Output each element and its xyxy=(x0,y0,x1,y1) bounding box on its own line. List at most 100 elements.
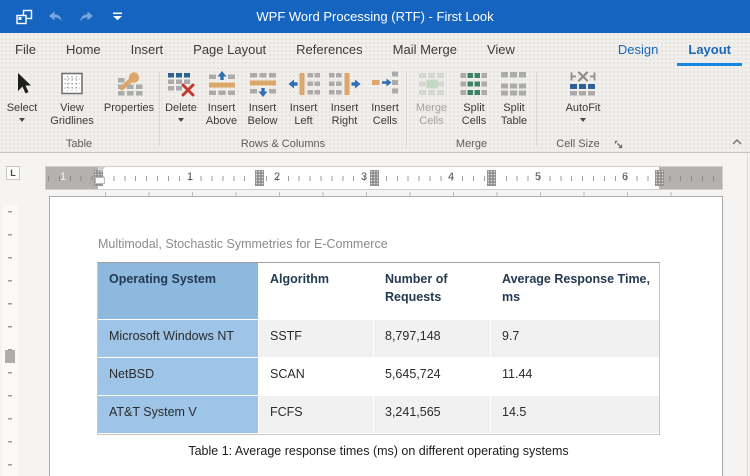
properties-icon xyxy=(114,71,144,100)
insert-cells-icon xyxy=(370,71,400,100)
quick-access-toolbar xyxy=(0,7,128,27)
table-column-marker[interactable] xyxy=(370,170,379,186)
insert-left-button[interactable]: Insert Left xyxy=(283,66,324,127)
cell-algorithm[interactable]: FCFS xyxy=(259,396,374,434)
ribbon: Select View Gridlines xyxy=(0,66,750,153)
ribbon-group-table: Select View Gridlines xyxy=(0,66,158,152)
insert-below-button[interactable]: Insert Below xyxy=(242,66,283,127)
cell-response-time[interactable]: 11.44 xyxy=(491,358,659,396)
insert-below-icon xyxy=(248,71,278,100)
header-cell-number-of-requests[interactable]: Number of Requests xyxy=(374,263,491,320)
cell-requests[interactable]: 8,797,148 xyxy=(374,320,491,358)
insert-above-button[interactable]: Insert Above xyxy=(201,66,242,127)
left-indent-marker[interactable] xyxy=(95,177,105,184)
cell-response-time[interactable]: 9.7 xyxy=(491,320,659,358)
split-table-icon xyxy=(499,71,529,100)
tab-file[interactable]: File xyxy=(0,33,51,66)
cell-algorithm[interactable]: SCAN xyxy=(259,358,374,396)
collapse-ribbon-icon[interactable] xyxy=(730,134,744,146)
table-column-marker[interactable] xyxy=(255,170,264,186)
tab-mail-merge[interactable]: Mail Merge xyxy=(378,33,472,66)
vertical-ruler-ticks xyxy=(8,211,12,472)
ruler-number: 1 xyxy=(60,171,66,183)
merge-cells-label: Merge Cells xyxy=(409,102,454,127)
table-row: NetBSD SCAN 5,645,724 11.44 xyxy=(98,358,659,396)
ruler-number: 5 xyxy=(535,171,541,183)
ribbon-tab-row: File Home Insert Page Layout References … xyxy=(0,33,750,66)
select-caret-icon xyxy=(19,118,25,122)
ruler-number: 6 xyxy=(622,171,628,183)
insert-left-label: Insert Left xyxy=(283,102,324,127)
insert-above-icon xyxy=(207,71,237,100)
ribbon-group-merge: Merge Cells Split Cells xyxy=(408,66,535,152)
horizontal-ruler[interactable]: 1 1 2 3 4 5 6 xyxy=(45,166,723,190)
tab-design[interactable]: Design xyxy=(603,33,673,66)
cell-os[interactable]: AT&T System V xyxy=(98,396,259,434)
ruler-number: 2 xyxy=(274,171,280,183)
cell-os[interactable]: NetBSD xyxy=(98,358,259,396)
merge-cells-button[interactable]: Merge Cells xyxy=(409,66,454,127)
first-line-indent-marker[interactable] xyxy=(96,166,106,172)
app-window-icon[interactable] xyxy=(13,7,35,27)
cell-os[interactable]: Microsoft Windows NT xyxy=(98,320,259,358)
tab-page-layout[interactable]: Page Layout xyxy=(178,33,281,66)
view-gridlines-button[interactable]: View Gridlines xyxy=(44,66,100,127)
split-cells-label: Split Cells xyxy=(454,102,494,127)
redo-icon[interactable] xyxy=(75,7,97,27)
cell-requests[interactable]: 5,645,724 xyxy=(374,358,491,396)
ribbon-group-rows-columns: Delete Insert Above xyxy=(161,66,405,152)
tab-home[interactable]: Home xyxy=(51,33,116,66)
table-row-marker[interactable] xyxy=(5,350,15,363)
cell-algorithm[interactable]: SSTF xyxy=(259,320,374,358)
document-workspace: L 1 1 2 3 4 5 6 Multimodal, Stochastic S… xyxy=(0,153,750,476)
table-column-marker[interactable] xyxy=(655,170,664,186)
insert-right-label: Insert Right xyxy=(324,102,365,127)
tab-view[interactable]: View xyxy=(472,33,530,66)
cell-requests[interactable]: 3,241,565 xyxy=(374,396,491,434)
group-label-rows-columns: Rows & Columns xyxy=(161,138,405,150)
delete-table-icon xyxy=(166,71,196,100)
select-button[interactable]: Select xyxy=(0,66,44,127)
qat-dropdown-icon[interactable] xyxy=(106,7,128,27)
vertical-ruler[interactable] xyxy=(2,205,18,476)
title-bar: WPF Word Processing (RTF) - First Look xyxy=(0,0,750,33)
insert-below-label: Insert Below xyxy=(242,102,283,127)
document-title[interactable]: Multimodal, Stochastic Symmetries for E-… xyxy=(98,237,388,251)
group-label-merge: Merge xyxy=(408,138,535,150)
tab-layout[interactable]: Layout xyxy=(673,33,746,66)
insert-right-icon xyxy=(329,71,361,100)
insert-right-button[interactable]: Insert Right xyxy=(324,66,365,127)
autofit-button[interactable]: AutoFit xyxy=(555,66,611,122)
tab-stop-selector[interactable]: L xyxy=(6,166,20,180)
table-row: Microsoft Windows NT SSTF 8,797,148 9.7 xyxy=(98,320,659,358)
table-caption[interactable]: Table 1: Average response times (ms) on … xyxy=(97,444,660,458)
insert-cells-label: Insert Cells xyxy=(365,102,405,127)
tab-references[interactable]: References xyxy=(281,33,377,66)
ruler-number: 1 xyxy=(187,171,193,183)
tab-insert[interactable]: Insert xyxy=(116,33,179,66)
properties-button[interactable]: Properties xyxy=(100,66,158,127)
document-page[interactable]: Multimodal, Stochastic Symmetries for E-… xyxy=(49,196,723,476)
insert-cells-button[interactable]: Insert Cells xyxy=(365,66,405,127)
header-cell-operating-system[interactable]: Operating System xyxy=(98,263,259,320)
cell-size-dialog-launcher-icon[interactable] xyxy=(614,137,626,149)
split-table-button[interactable]: Split Table xyxy=(494,66,534,127)
split-cells-button[interactable]: Split Cells xyxy=(454,66,494,127)
header-cell-avg-response-time[interactable]: Average Response Time, ms xyxy=(491,263,659,320)
ribbon-group-cell-size: AutoFit Cell Size xyxy=(538,66,628,152)
split-cells-icon xyxy=(459,71,489,100)
header-cell-algorithm[interactable]: Algorithm xyxy=(259,263,374,320)
delete-label: Delete xyxy=(165,102,197,115)
document-table: Operating System Algorithm Number of Req… xyxy=(97,262,660,435)
split-table-label: Split Table xyxy=(494,102,534,127)
insert-left-icon xyxy=(288,71,320,100)
view-gridlines-label: View Gridlines xyxy=(44,102,100,127)
properties-label: Properties xyxy=(104,102,154,115)
cell-response-time[interactable]: 14.5 xyxy=(491,396,659,434)
undo-icon[interactable] xyxy=(44,7,66,27)
table-column-marker[interactable] xyxy=(487,170,496,186)
insert-above-label: Insert Above xyxy=(201,102,242,127)
scrollbar-track-edge xyxy=(747,153,748,476)
delete-button[interactable]: Delete xyxy=(161,66,201,127)
group-label-table: Table xyxy=(0,138,158,150)
